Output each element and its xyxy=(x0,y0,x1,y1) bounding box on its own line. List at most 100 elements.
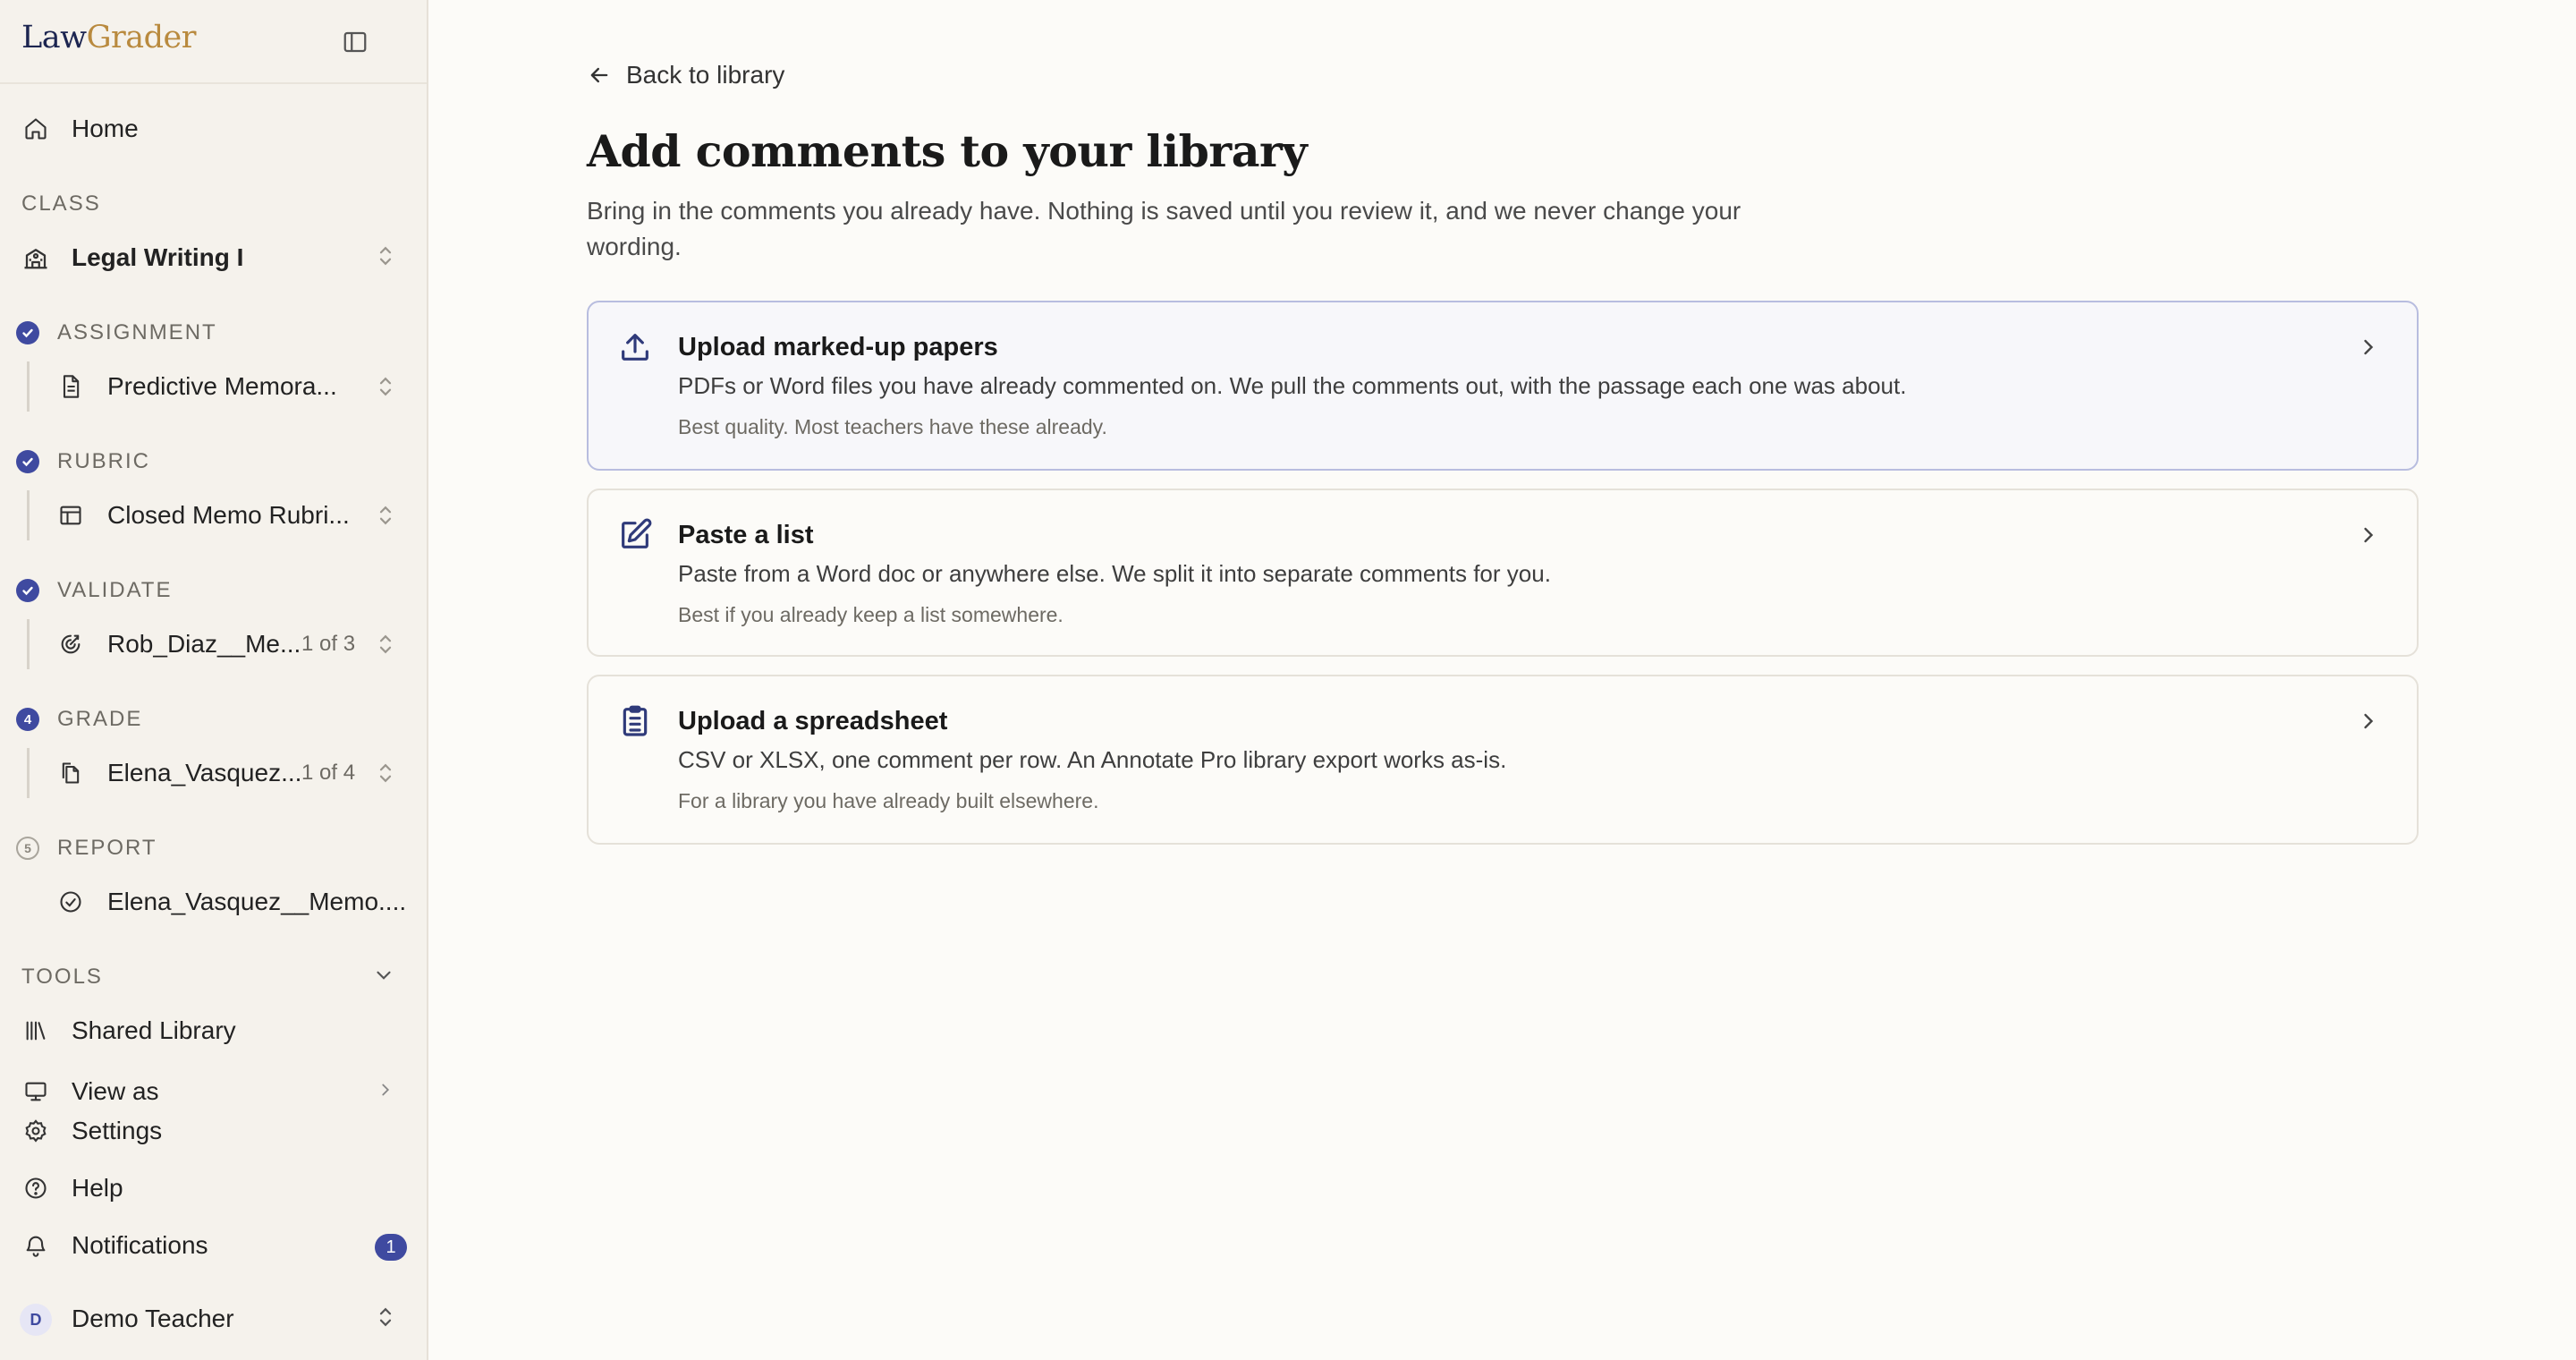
step-label: VALIDATE xyxy=(57,578,173,602)
nav-help-label: Help xyxy=(72,1174,123,1202)
home-icon xyxy=(21,115,50,143)
nav-view-as-label: View as xyxy=(72,1077,159,1105)
table-icon xyxy=(57,502,84,529)
nav-home[interactable]: Home xyxy=(21,109,406,149)
nav-settings-label: Settings xyxy=(72,1117,163,1144)
check-icon xyxy=(16,579,39,602)
sidebar-toggle-icon[interactable] xyxy=(342,29,369,55)
option-note: For a library you have already built els… xyxy=(678,789,1099,812)
step-number-badge: 5 xyxy=(16,837,39,860)
brand-row: LawGrader xyxy=(0,0,427,84)
grade-paper-name: Elena_Vasquez... xyxy=(107,759,302,786)
files-icon xyxy=(57,760,84,786)
tools-section-label: TOOLS xyxy=(21,965,103,989)
option-upload-papers[interactable]: Upload marked-up papers PDFs or Word fil… xyxy=(587,301,2419,471)
option-paste-list[interactable]: Paste a list Paste from a Word doc or an… xyxy=(587,489,2419,657)
clipboard-list-icon xyxy=(617,703,653,739)
app-logo[interactable]: LawGrader xyxy=(21,20,196,55)
page-title: Add comments to your library xyxy=(587,125,1308,177)
option-description: Paste from a Word doc or anywhere else. … xyxy=(678,560,1551,587)
notification-count-badge: 1 xyxy=(375,1234,407,1261)
class-section-label: CLASS xyxy=(21,191,101,216)
step-rail xyxy=(27,619,30,669)
step-validate: VALIDATE xyxy=(16,574,172,607)
nav-home-label: Home xyxy=(72,115,139,142)
chevron-down-icon xyxy=(372,964,395,991)
gear-icon xyxy=(21,1117,50,1145)
option-upload-spreadsheet[interactable]: Upload a spreadsheet CSV or XLSX, one co… xyxy=(587,675,2419,845)
check-icon xyxy=(16,321,39,344)
chevron-up-down-icon xyxy=(376,242,395,274)
check-icon xyxy=(16,450,39,473)
target-icon xyxy=(57,631,84,658)
assignment-name: Predictive Memora... xyxy=(107,372,337,400)
nav-settings[interactable]: Settings xyxy=(21,1111,406,1151)
class-name: Legal Writing I xyxy=(72,243,244,271)
edit-icon xyxy=(617,517,653,553)
step-rail xyxy=(27,748,30,798)
step-label: RUBRIC xyxy=(57,449,151,473)
option-description: PDFs or Word files you have already comm… xyxy=(678,372,1907,399)
option-title: Paste a list xyxy=(678,521,814,549)
user-name: Demo Teacher xyxy=(72,1305,234,1332)
rubric-name: Closed Memo Rubri... xyxy=(107,501,350,529)
option-title: Upload a spreadsheet xyxy=(678,707,948,735)
upload-icon xyxy=(617,329,653,365)
sidebar: LawGrader Home CLASS Legal Writing I ASS… xyxy=(0,0,428,1360)
step-rail xyxy=(27,361,30,412)
grade-count: 1 of 4 xyxy=(301,761,356,785)
nav-help[interactable]: Help xyxy=(21,1169,406,1208)
nav-view-as[interactable]: View as xyxy=(21,1072,406,1111)
option-description: CSV or XLSX, one comment per row. An Ann… xyxy=(678,746,1507,773)
rubric-selector[interactable]: Closed Memo Rubri... xyxy=(27,490,402,540)
chevron-right-icon xyxy=(2356,335,2381,360)
step-label: ASSIGNMENT xyxy=(57,320,217,344)
logo-text-law: Law xyxy=(21,20,87,55)
step-report: 5 REPORT xyxy=(16,832,157,864)
step-label: GRADE xyxy=(57,707,143,731)
validate-paper-name: Rob_Diaz__Me... xyxy=(107,630,301,658)
option-title: Upload marked-up papers xyxy=(678,333,998,361)
step-grade: 4 GRADE xyxy=(16,703,142,735)
page-subtitle: Bring in the comments you already have. … xyxy=(587,197,1741,260)
assignment-selector[interactable]: Predictive Memora... xyxy=(27,361,402,412)
grade-selector[interactable]: Elena_Vasquez... 1 of 4 xyxy=(27,748,402,798)
step-number-badge: 4 xyxy=(16,708,39,731)
library-icon xyxy=(21,1016,50,1045)
chevron-right-icon xyxy=(2356,709,2381,734)
step-label: REPORT xyxy=(57,836,157,860)
bell-icon xyxy=(21,1231,50,1260)
monitor-icon xyxy=(21,1077,50,1106)
option-note: Best quality. Most teachers have these a… xyxy=(678,415,1107,438)
chevron-up-down-icon xyxy=(376,760,397,786)
nav-notifications-label: Notifications xyxy=(72,1231,208,1259)
report-item[interactable]: Elena_Vasquez__Memo.... xyxy=(27,877,406,927)
chevron-up-down-icon xyxy=(376,502,397,529)
arrow-left-icon xyxy=(590,67,608,83)
step-rail xyxy=(27,490,30,540)
check-circle-icon xyxy=(57,888,84,915)
chevron-right-icon xyxy=(2356,523,2381,548)
avatar[interactable]: D xyxy=(20,1304,52,1336)
tools-section-toggle[interactable]: TOOLS xyxy=(21,957,406,997)
option-note: Best if you already keep a list somewher… xyxy=(678,603,1063,626)
chevron-up-down-icon xyxy=(376,631,397,658)
school-icon xyxy=(21,243,50,272)
chevron-right-icon xyxy=(376,1080,395,1104)
validate-selector[interactable]: Rob_Diaz__Me... 1 of 3 xyxy=(27,619,402,669)
chevron-up-down-icon xyxy=(376,1304,395,1335)
back-link-label: Back to library xyxy=(626,61,785,89)
validate-count: 1 of 3 xyxy=(301,632,356,656)
chevron-up-down-icon xyxy=(376,373,397,400)
class-selector[interactable]: Legal Writing I xyxy=(21,238,406,277)
step-assignment: ASSIGNMENT xyxy=(16,317,217,349)
step-rubric: RUBRIC xyxy=(16,446,150,478)
nav-shared-library[interactable]: Shared Library xyxy=(21,1011,406,1050)
user-menu[interactable]: Demo Teacher xyxy=(21,1299,406,1339)
back-to-library-link[interactable]: Back to library xyxy=(587,59,784,91)
logo-text-grader: Grader xyxy=(86,20,197,55)
help-icon xyxy=(21,1174,50,1203)
nav-shared-library-label: Shared Library xyxy=(72,1016,236,1044)
nav-notifications[interactable]: Notifications xyxy=(21,1226,406,1265)
report-paper-name: Elena_Vasquez__Memo.... xyxy=(107,888,407,915)
